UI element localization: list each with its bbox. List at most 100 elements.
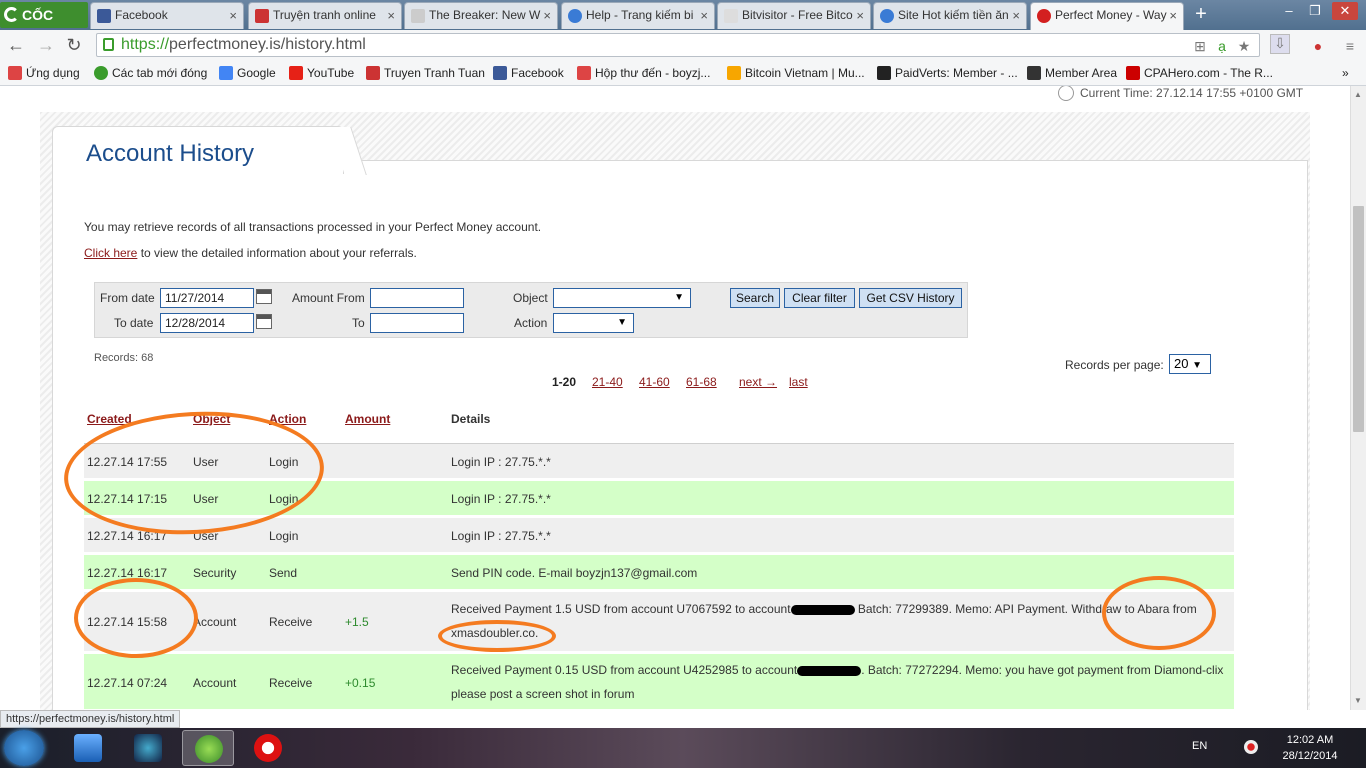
taskbar-app-coccoc[interactable] bbox=[182, 730, 234, 766]
redaction-mark bbox=[790, 604, 855, 615]
star-icon[interactable]: ★ bbox=[1236, 38, 1252, 54]
tab-help[interactable]: Help - Trang kiếm bi × bbox=[561, 2, 715, 29]
cell-created: 12.27.14 16:17 bbox=[87, 529, 168, 543]
csv-history-button[interactable]: Get CSV History bbox=[859, 288, 962, 308]
tab-bitvisitor[interactable]: Bitvisitor - Free Bitco × bbox=[717, 2, 871, 29]
page-21-40[interactable]: 21-40 bbox=[592, 375, 623, 389]
page-last[interactable]: last bbox=[789, 375, 808, 389]
translate-icon[interactable]: ⊞ bbox=[1192, 38, 1208, 54]
referral-link[interactable]: Click here bbox=[84, 246, 137, 260]
action-select[interactable]: ▼ bbox=[553, 313, 634, 333]
scroll-up-icon[interactable]: ▲ bbox=[1354, 90, 1362, 99]
page-61-68[interactable]: 61-68 bbox=[686, 375, 717, 389]
amount-from-input[interactable] bbox=[370, 288, 464, 308]
to-date-input[interactable]: 12/28/2014 bbox=[160, 313, 254, 333]
current-time-text: Current Time: 27.12.14 17:55 +0100 GMT bbox=[1080, 86, 1304, 100]
bookmark-facebook[interactable]: Facebook bbox=[493, 64, 564, 82]
scroll-down-icon[interactable]: ▼ bbox=[1354, 696, 1362, 705]
bookmark-truyen[interactable]: Truyen Tranh Tuan bbox=[366, 64, 485, 82]
cell-object: User bbox=[193, 529, 219, 543]
language-indicator[interactable]: EN bbox=[1192, 740, 1207, 752]
close-icon[interactable]: × bbox=[1169, 3, 1177, 28]
close-icon[interactable]: × bbox=[856, 3, 864, 28]
page-next[interactable]: next → bbox=[739, 375, 777, 389]
scroll-thumb[interactable] bbox=[1353, 206, 1364, 432]
download-icon[interactable]: ⇩ bbox=[1270, 34, 1290, 54]
col-amount[interactable]: Amount bbox=[345, 412, 390, 426]
tab-truyen-tranh[interactable]: Truyện tranh online × bbox=[248, 2, 402, 29]
tab-site-hot[interactable]: Site Hot kiếm tiền ăn × bbox=[873, 2, 1027, 29]
from-date-input[interactable]: 11/27/2014 bbox=[160, 288, 254, 308]
taskbar-app-opera[interactable] bbox=[242, 730, 294, 766]
bookmark-youtube[interactable]: YouTube bbox=[289, 64, 354, 82]
bookmark-cpahero[interactable]: CPAHero.com - The R... bbox=[1126, 64, 1273, 82]
site-icon bbox=[880, 9, 894, 23]
maximize-button[interactable]: ❐ bbox=[1302, 2, 1328, 20]
current-time: Current Time: 27.12.14 17:55 +0100 GMT bbox=[1058, 86, 1304, 101]
vietnamese-input-icon[interactable]: ạ bbox=[1214, 38, 1230, 54]
table-row: 12.27.14 16:17 User Login Login IP : 27.… bbox=[84, 518, 1234, 553]
new-tab-button[interactable]: + bbox=[1190, 4, 1212, 26]
reload-icon[interactable]: ↻ bbox=[64, 35, 84, 55]
close-window-button[interactable]: ✕ bbox=[1332, 2, 1358, 20]
bookmark-member-area[interactable]: Member Area bbox=[1027, 64, 1117, 82]
amount-to-input[interactable] bbox=[370, 313, 464, 333]
close-icon[interactable]: × bbox=[1012, 3, 1020, 28]
url-path: perfectmoney.is/history.html bbox=[169, 36, 366, 53]
calendar-icon[interactable] bbox=[256, 289, 272, 304]
page-41-60[interactable]: 41-60 bbox=[639, 375, 670, 389]
tab-perfect-money[interactable]: Perfect Money - Way × bbox=[1030, 2, 1184, 30]
windows-start-icon[interactable] bbox=[4, 730, 44, 766]
page-title: Account History bbox=[86, 140, 255, 167]
calendar-icon[interactable] bbox=[256, 314, 272, 329]
col-action[interactable]: Action bbox=[269, 412, 306, 426]
close-icon[interactable]: × bbox=[387, 3, 395, 28]
cell-created: 12.27.14 16:17 bbox=[87, 566, 168, 580]
bookmark-gmail[interactable]: Hộp thư đến - boyzj... bbox=[577, 64, 710, 82]
search-button[interactable]: Search bbox=[730, 288, 780, 308]
tab-label: Perfect Money - Way bbox=[1055, 8, 1167, 22]
intro-text: You may retrieve records of all transact… bbox=[84, 220, 542, 234]
action-label: Action bbox=[514, 316, 548, 330]
extension-icon[interactable]: ● bbox=[1310, 38, 1326, 54]
close-icon[interactable]: × bbox=[543, 3, 551, 28]
taskbar-app-media[interactable] bbox=[122, 730, 174, 766]
system-clock[interactable]: 12:02 AM 28/12/2014 bbox=[1270, 732, 1350, 764]
cell-action: Login bbox=[269, 455, 299, 469]
bookmarks-overflow-icon[interactable]: » bbox=[1342, 64, 1349, 82]
minimize-button[interactable]: – bbox=[1276, 2, 1302, 20]
back-icon[interactable]: ← bbox=[6, 35, 26, 55]
tab-facebook[interactable]: Facebook × bbox=[90, 2, 244, 29]
close-icon[interactable]: × bbox=[700, 3, 708, 28]
records-per-page-select[interactable]: 20 ▼ bbox=[1169, 354, 1211, 374]
tab-label: Bitvisitor - Free Bitco bbox=[742, 8, 853, 22]
bookmark-paidverts[interactable]: PaidVerts: Member - ... bbox=[877, 64, 1018, 82]
menu-icon[interactable]: ≡ bbox=[1342, 38, 1358, 54]
opera-icon bbox=[254, 734, 282, 762]
page-scrollbar[interactable]: ▲ ▼ bbox=[1350, 86, 1366, 710]
bookmark-label: Member Area bbox=[1045, 66, 1118, 80]
col-object[interactable]: Object bbox=[193, 412, 230, 426]
tab-label: Facebook bbox=[115, 8, 168, 22]
taskbar-app-explorer[interactable] bbox=[62, 730, 114, 766]
browser-logo[interactable]: CỐC CỐC bbox=[0, 2, 88, 49]
bookmark-google[interactable]: Google bbox=[219, 64, 276, 82]
bookmark-apps[interactable]: Ứng dụng bbox=[8, 64, 80, 82]
cell-action: Login bbox=[269, 492, 299, 506]
table-row: 12.27.14 07:24 Account Receive +0.15 Rec… bbox=[84, 654, 1234, 710]
close-icon[interactable]: × bbox=[229, 3, 237, 28]
cell-amount: +1.5 bbox=[345, 615, 369, 629]
bookmark-label: Google bbox=[237, 66, 276, 80]
bookmark-recent-tabs[interactable]: Các tab mới đóng bbox=[94, 64, 207, 82]
tab-the-breaker[interactable]: The Breaker: New W × bbox=[404, 2, 558, 29]
bookmark-label: PaidVerts: Member - ... bbox=[895, 66, 1018, 80]
address-bar[interactable]: https://perfectmoney.is/history.html bbox=[96, 33, 1260, 57]
forward-icon[interactable]: → bbox=[36, 35, 56, 55]
bookmark-bitcoin-vietnam[interactable]: Bitcoin Vietnam | Mu... bbox=[727, 64, 865, 82]
object-select[interactable]: ▼ bbox=[553, 288, 691, 308]
col-created[interactable]: Created bbox=[87, 412, 132, 426]
tab-strip: CỐC CỐC Facebook × Truyện tranh online × T… bbox=[0, 0, 1366, 49]
table-row: 12.27.14 17:55 User Login Login IP : 27.… bbox=[84, 444, 1234, 479]
tray-app-icon[interactable] bbox=[1244, 740, 1258, 754]
clear-filter-button[interactable]: Clear filter bbox=[784, 288, 855, 308]
